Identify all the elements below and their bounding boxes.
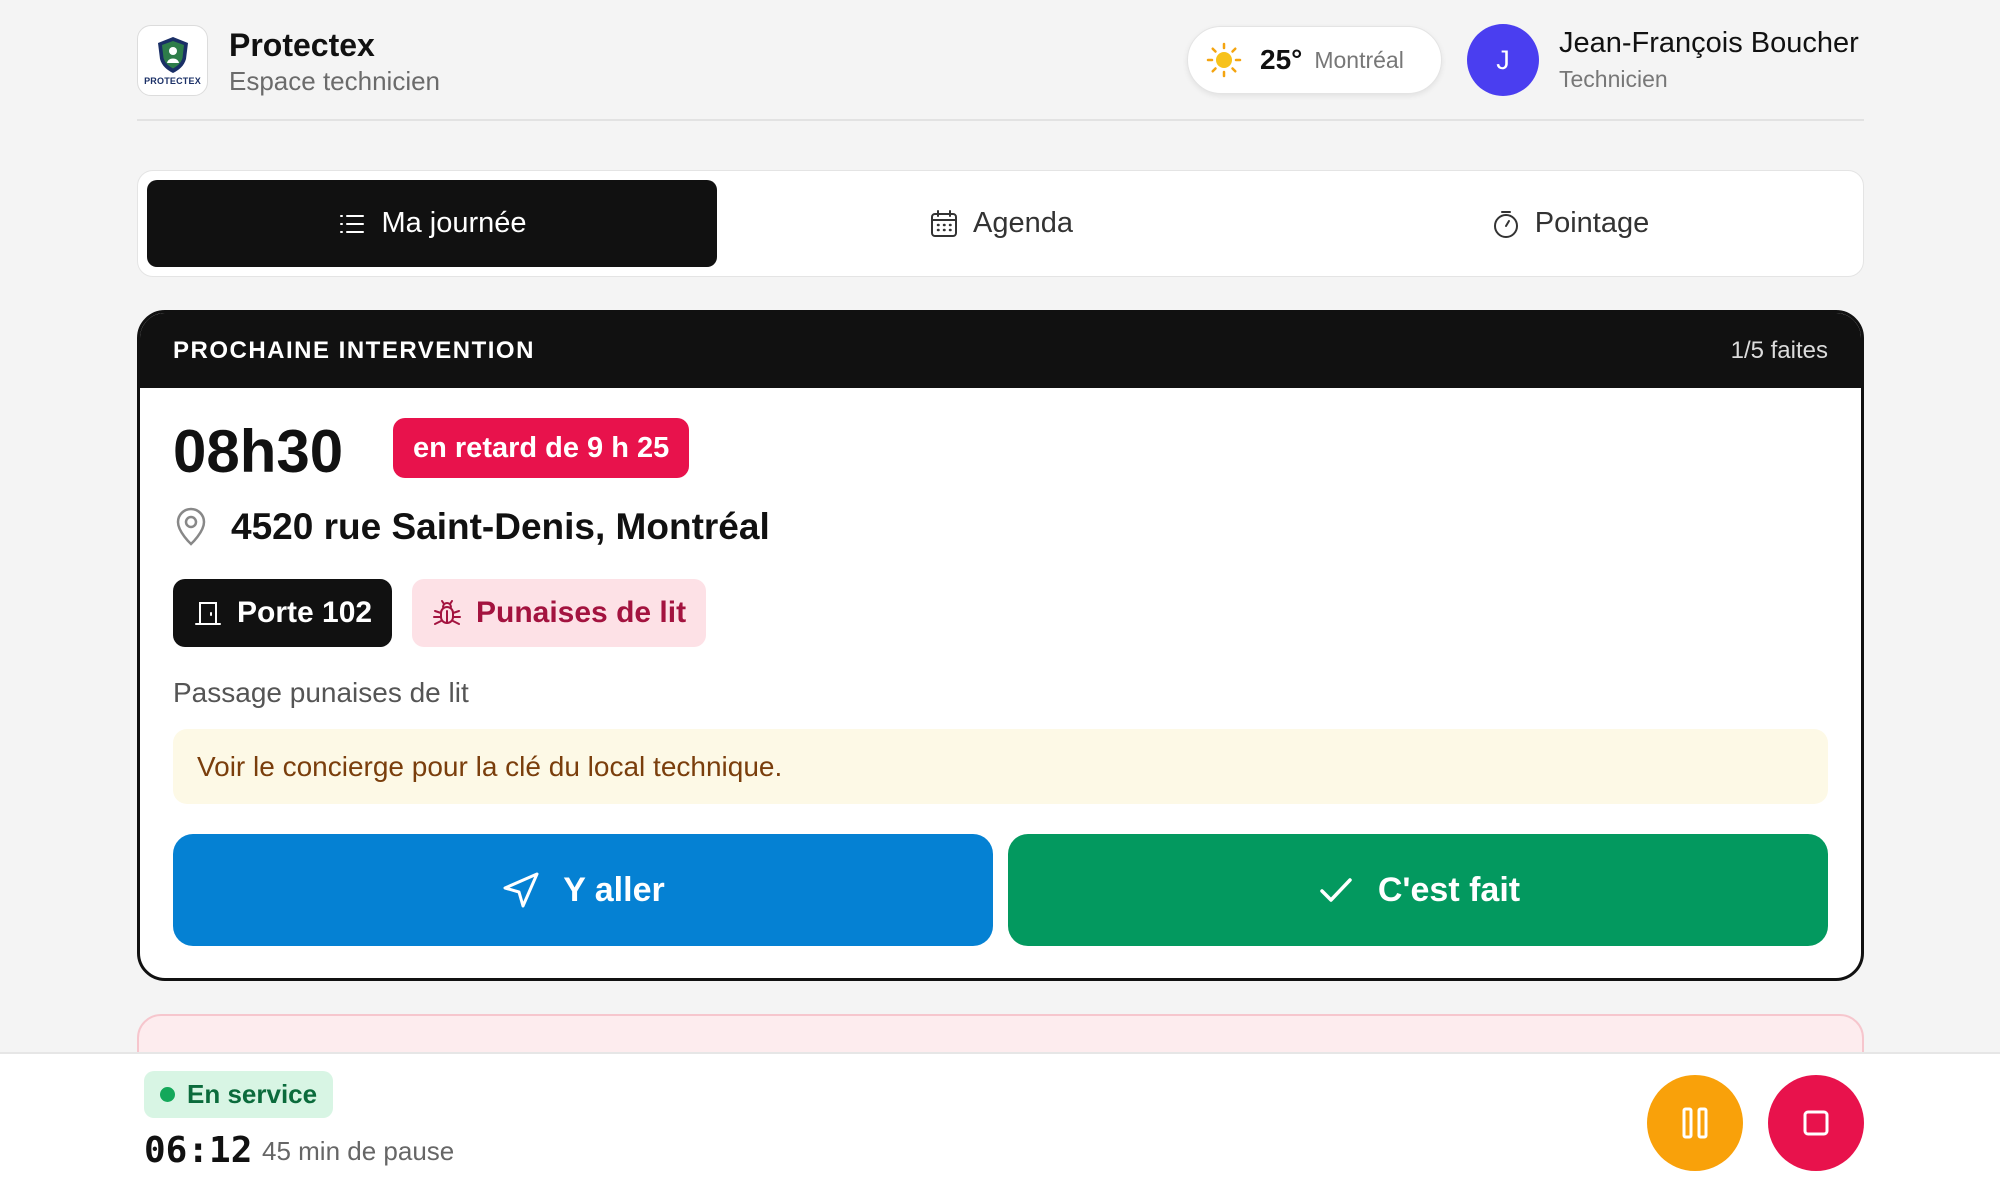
tab-bar: Ma journée Agenda Pointage: [137, 170, 1864, 277]
sun-icon: [1206, 42, 1242, 78]
status-badge: En service: [144, 1071, 334, 1118]
pest-type-label: Punaises de lit: [476, 596, 687, 629]
tab-label: Ma journée: [381, 207, 527, 239]
door-chip: Porte 102: [173, 579, 393, 647]
go-button-label: Y aller: [563, 870, 665, 909]
user-name: Jean-François Boucher: [1559, 27, 1859, 59]
tab-ma-journee[interactable]: Ma journée: [147, 180, 717, 267]
intervention-time: 08h30: [173, 418, 344, 485]
user-role: Technicien: [1559, 66, 1668, 92]
app-logo: PROTECTEX: [137, 25, 208, 96]
go-button[interactable]: Y aller: [173, 834, 993, 946]
progress-count: 1/5 faites: [1730, 337, 1828, 364]
pause-button[interactable]: [1647, 1075, 1743, 1171]
late-badge: en retard de 9 h 25: [393, 418, 690, 478]
shield-logo-icon: [157, 37, 188, 73]
stop-button[interactable]: [1768, 1075, 1864, 1171]
elapsed-time: 06:12: [144, 1130, 253, 1171]
section-label: PROCHAINE INTERVENTION: [173, 337, 535, 364]
address: 4520 rue Saint-Denis, Montréal: [231, 506, 770, 547]
card-header: PROCHAINE INTERVENTION 1/5 faites: [140, 313, 1861, 388]
status-label: En service: [187, 1079, 318, 1109]
stop-icon: [1803, 1110, 1829, 1136]
pause-info: 45 min de pause: [262, 1136, 455, 1166]
app-name: Protectex: [229, 27, 375, 63]
calendar-icon: [931, 209, 957, 237]
intervention-description: Passage punaises de lit: [173, 677, 469, 708]
intervention-note: Voir le concierge pour la clé du local t…: [173, 729, 1828, 804]
stopwatch-icon: [1493, 210, 1518, 238]
app-subtitle: Espace technicien: [229, 66, 441, 96]
pause-icon: [1682, 1107, 1708, 1139]
tab-agenda[interactable]: Agenda: [716, 180, 1286, 267]
tab-label: Agenda: [973, 207, 1073, 239]
door-icon: [195, 602, 221, 625]
next-intervention-card: PROCHAINE INTERVENTION 1/5 faites 08h30 …: [137, 310, 1864, 981]
header: PROTECTEX Protectex Espace technicien 25…: [137, 0, 1864, 121]
weather-city: Montréal: [1314, 46, 1404, 73]
check-icon: [1320, 878, 1352, 902]
done-button[interactable]: C'est fait: [1008, 834, 1828, 946]
list-icon: [340, 214, 365, 233]
status-dot: [160, 1087, 175, 1102]
bug-icon: [433, 600, 461, 625]
weather-temperature: 25°: [1260, 44, 1303, 75]
navigation-arrow-icon: [503, 872, 539, 908]
location-pin-icon: [176, 507, 206, 546]
address-row: 4520 rue Saint-Denis, Montréal: [173, 506, 770, 548]
logo-text: PROTECTEX: [144, 76, 201, 86]
bottom-status-bar: En service 06:12 45 min de pause: [0, 1052, 2000, 1188]
done-button-label: C'est fait: [1377, 870, 1521, 909]
weather-widget: 25° Montréal: [1187, 26, 1442, 94]
avatar[interactable]: J: [1467, 24, 1539, 96]
tab-pointage[interactable]: Pointage: [1285, 180, 1855, 267]
pest-type-chip: Punaises de lit: [412, 579, 707, 647]
tab-label: Pointage: [1534, 207, 1650, 239]
door-label: Porte 102: [237, 596, 373, 629]
